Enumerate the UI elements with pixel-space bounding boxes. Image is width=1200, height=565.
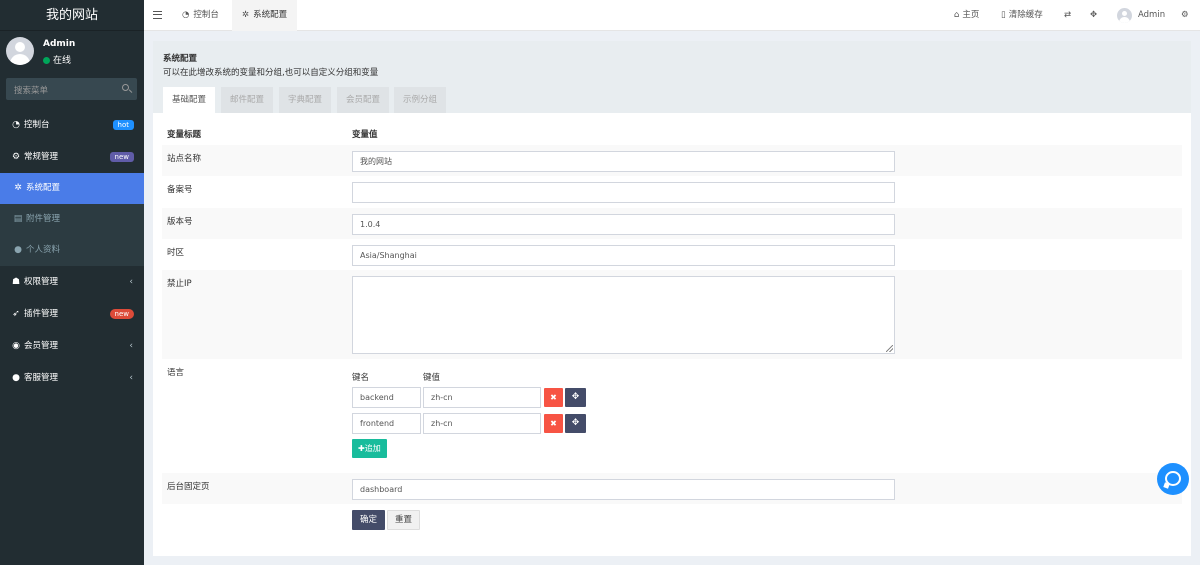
lang-value-field[interactable]: zh-cn (423, 413, 541, 434)
dashboard-icon: ◔ (12, 120, 20, 130)
table-row: 后台固定页 dashboard (162, 473, 1182, 504)
chevron-left-icon: ‹ (129, 341, 133, 351)
sidebar-item-profile[interactable]: ● 个人资料 (0, 235, 144, 266)
table-header: 变量标题 变量值 (162, 123, 1182, 145)
site-name-field[interactable]: 我的网站 (352, 151, 895, 172)
sidebar-item-system-config[interactable]: ✲ 系统配置 (0, 173, 144, 204)
tab-system-config[interactable]: ✲ 系统配置 (232, 0, 298, 31)
settings-icon[interactable]: ⚙ (1181, 0, 1189, 31)
top-header: ◔ 控制台 ✲ 系统配置 ⌂ 主页 ▯ 清除缓存 ⇄ ✥ Admin ⚙ (144, 0, 1200, 31)
trash-icon: ▯ (1001, 10, 1006, 20)
language-icon[interactable]: ⇄ (1064, 0, 1071, 31)
home-link[interactable]: ⌂ 主页 (954, 0, 979, 31)
fullscreen-icon[interactable]: ✥ (1090, 0, 1097, 31)
col-title-header: 变量标题 (167, 130, 202, 140)
ban-ip-textarea[interactable] (352, 276, 895, 354)
sidebar-item-plugins[interactable]: ➶ 插件管理 new (0, 298, 144, 330)
lang-key-field[interactable]: frontend (352, 413, 421, 434)
new-badge: new (109, 309, 134, 319)
sidebar: 我的网站 Admin 在线 搜索菜单 ◔ 控制台 hot ⚙ 常规管理 new … (0, 0, 144, 565)
drag-handle-icon[interactable]: ✥ (565, 388, 586, 407)
group-icon: ☗ (11, 277, 21, 287)
plus-icon: ✚ (358, 444, 365, 453)
panel-heading: 系统配置 可以在此增改系统的变量和分组,也可以自定义分组和变量 基础配置 邮件配… (153, 41, 1191, 113)
version-field[interactable]: 1.0.4 (352, 214, 895, 235)
hot-badge: hot (112, 120, 134, 130)
menu-toggle-icon[interactable] (153, 11, 162, 19)
file-icon: ▤ (13, 214, 23, 224)
sidebar-item-service[interactable]: ● 客服管理 ‹ (0, 362, 144, 394)
site-title[interactable]: 我的网站 (0, 0, 144, 31)
home-icon: ⌂ (954, 10, 960, 20)
chevron-left-icon: ‹ (129, 277, 133, 287)
submit-button[interactable]: 确定 (352, 510, 386, 530)
value-header: 键值 (423, 373, 441, 383)
rocket-icon: ➶ (12, 309, 20, 319)
sidebar-item-attachments[interactable]: ▤ 附件管理 (0, 204, 144, 235)
user-status: 在线 (43, 53, 71, 66)
search-placeholder: 搜索菜单 (14, 86, 49, 96)
site-name-label: 站点名称 (167, 154, 202, 164)
lang-key-field[interactable]: backend (352, 387, 421, 408)
beian-label: 备案号 (167, 185, 193, 195)
drag-handle-icon[interactable]: ✥ (565, 414, 586, 433)
language-label: 语言 (167, 368, 185, 378)
table-row: 语言 键名 键值 backend zh-cn ✖ ✥ frontend zh-c… (162, 359, 1182, 473)
key-header: 键名 (352, 373, 370, 383)
col-value-header: 变量值 (352, 130, 378, 140)
gear-icon: ✲ (14, 183, 22, 193)
append-button[interactable]: ✚追加 (352, 439, 387, 458)
online-dot-icon (43, 57, 50, 64)
sidebar-submenu: ✲ 系统配置 ▤ 附件管理 ● 个人资料 (0, 173, 144, 266)
sidebar-menu: ◔ 控制台 hot ⚙ 常规管理 new ✲ 系统配置 ▤ 附件管理 ● 个人资… (0, 109, 144, 394)
table-row: 站点名称 我的网站 (162, 145, 1182, 176)
fixed-page-field[interactable]: dashboard (352, 479, 895, 500)
sidebar-item-dashboard[interactable]: ◔ 控制台 hot (0, 109, 144, 141)
resize-handle-icon[interactable] (886, 345, 893, 352)
fixed-page-label: 后台固定页 (167, 482, 210, 492)
table-row: 时区 Asia/Shanghai (162, 239, 1182, 270)
sidebar-item-general[interactable]: ⚙ 常规管理 new (0, 141, 144, 173)
reset-button[interactable]: 重置 (387, 510, 421, 530)
beian-field[interactable] (352, 182, 895, 203)
sidebar-item-auth[interactable]: ☗ 权限管理 ‹ (0, 266, 144, 298)
gear-icon: ✲ (242, 10, 250, 20)
avatar[interactable] (1117, 8, 1132, 23)
page-title: 系统配置 (163, 54, 198, 64)
remove-row-button[interactable]: ✖ (544, 414, 563, 433)
sidebar-item-members[interactable]: ◉ 会员管理 ‹ (0, 330, 144, 362)
tab-email[interactable]: 邮件配置 (221, 87, 274, 113)
remove-row-button[interactable]: ✖ (544, 388, 563, 407)
chat-button[interactable] (1157, 463, 1189, 495)
tab-dictionary[interactable]: 字典配置 (279, 87, 332, 113)
timezone-label: 时区 (167, 248, 185, 258)
avatar (6, 37, 34, 65)
lang-value-field[interactable]: zh-cn (423, 387, 541, 408)
search-input[interactable]: 搜索菜单 (6, 78, 137, 100)
tab-dashboard[interactable]: ◔ 控制台 (172, 0, 229, 31)
user-name: Admin (43, 39, 76, 49)
comment-icon: ● (12, 373, 20, 383)
chevron-left-icon: ‹ (129, 373, 133, 383)
new-badge: new (109, 152, 134, 162)
cogs-icon: ⚙ (11, 152, 21, 162)
page-subtitle: 可以在此增改系统的变量和分组,也可以自定义分组和变量 (163, 68, 379, 78)
search-icon[interactable] (122, 84, 129, 91)
user-icon: ● (14, 245, 22, 255)
table-row: 版本号 1.0.4 (162, 208, 1182, 239)
config-panel: 系统配置 可以在此增改系统的变量和分组,也可以自定义分组和变量 基础配置 邮件配… (153, 41, 1191, 556)
user-panel: Admin 在线 (0, 31, 144, 73)
dashboard-icon: ◔ (182, 10, 190, 20)
version-label: 版本号 (167, 217, 193, 227)
user-circle-icon: ◉ (12, 341, 20, 351)
tab-example[interactable]: 示例分组 (394, 87, 447, 113)
clear-cache-button[interactable]: ▯ 清除缓存 (1001, 0, 1043, 31)
admin-menu[interactable]: Admin (1138, 0, 1165, 31)
ban-ip-label: 禁止IP (167, 279, 192, 289)
timezone-field[interactable]: Asia/Shanghai (352, 245, 895, 266)
tab-basic[interactable]: 基础配置 (163, 87, 216, 113)
table-row: 备案号 (162, 176, 1182, 208)
table-row: 禁止IP (162, 270, 1182, 359)
tab-member[interactable]: 会员配置 (337, 87, 390, 113)
